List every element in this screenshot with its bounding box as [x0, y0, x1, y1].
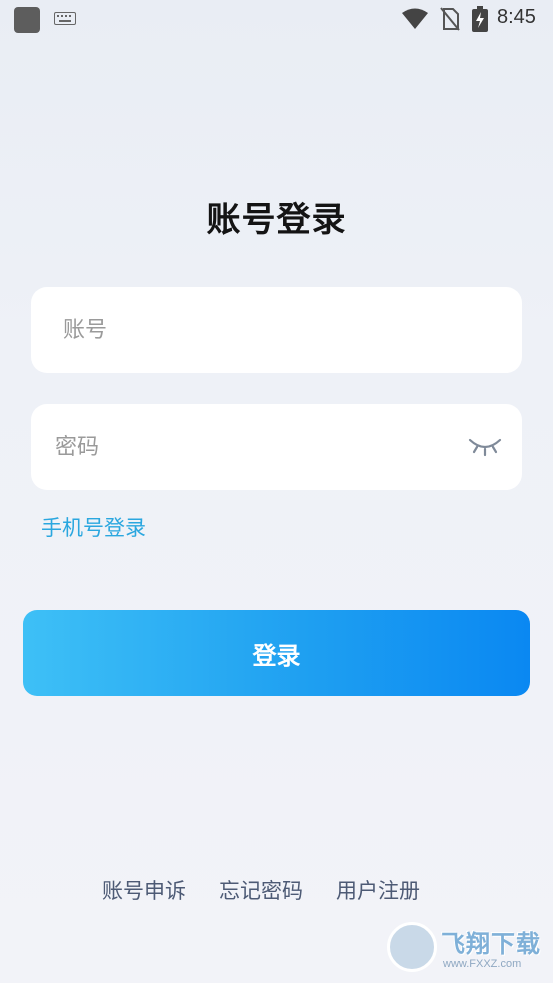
- login-button[interactable]: 登录: [23, 610, 530, 696]
- wifi-icon: [402, 8, 428, 29]
- app-square-icon: [14, 7, 40, 33]
- keyboard-icon: [54, 12, 76, 25]
- eye-closed-icon[interactable]: [468, 434, 502, 460]
- status-bar: 8:45: [0, 0, 553, 38]
- page-title: 账号登录: [206, 200, 347, 240]
- account-appeal-link[interactable]: 账号申诉: [102, 875, 186, 905]
- account-input[interactable]: [31, 287, 522, 373]
- status-time: 8:45: [497, 6, 536, 28]
- watermark-logo: 飞翔下载 www.FXXZ.com: [385, 918, 545, 976]
- no-sim-icon: [440, 7, 460, 31]
- footer-links: 账号申诉 忘记密码 用户注册: [0, 875, 553, 905]
- watermark-url: www.FXXZ.com: [443, 958, 522, 970]
- watermark-text: 飞翔下载: [441, 930, 541, 958]
- battery-charging-icon: [472, 6, 488, 32]
- password-input[interactable]: [31, 404, 522, 490]
- password-field[interactable]: [31, 404, 522, 490]
- forgot-password-link[interactable]: 忘记密码: [219, 875, 303, 905]
- phone-login-link[interactable]: 手机号登录: [41, 512, 146, 542]
- account-field[interactable]: [31, 287, 522, 373]
- watermark-emblem-icon: [387, 922, 437, 972]
- register-link[interactable]: 用户注册: [336, 875, 420, 905]
